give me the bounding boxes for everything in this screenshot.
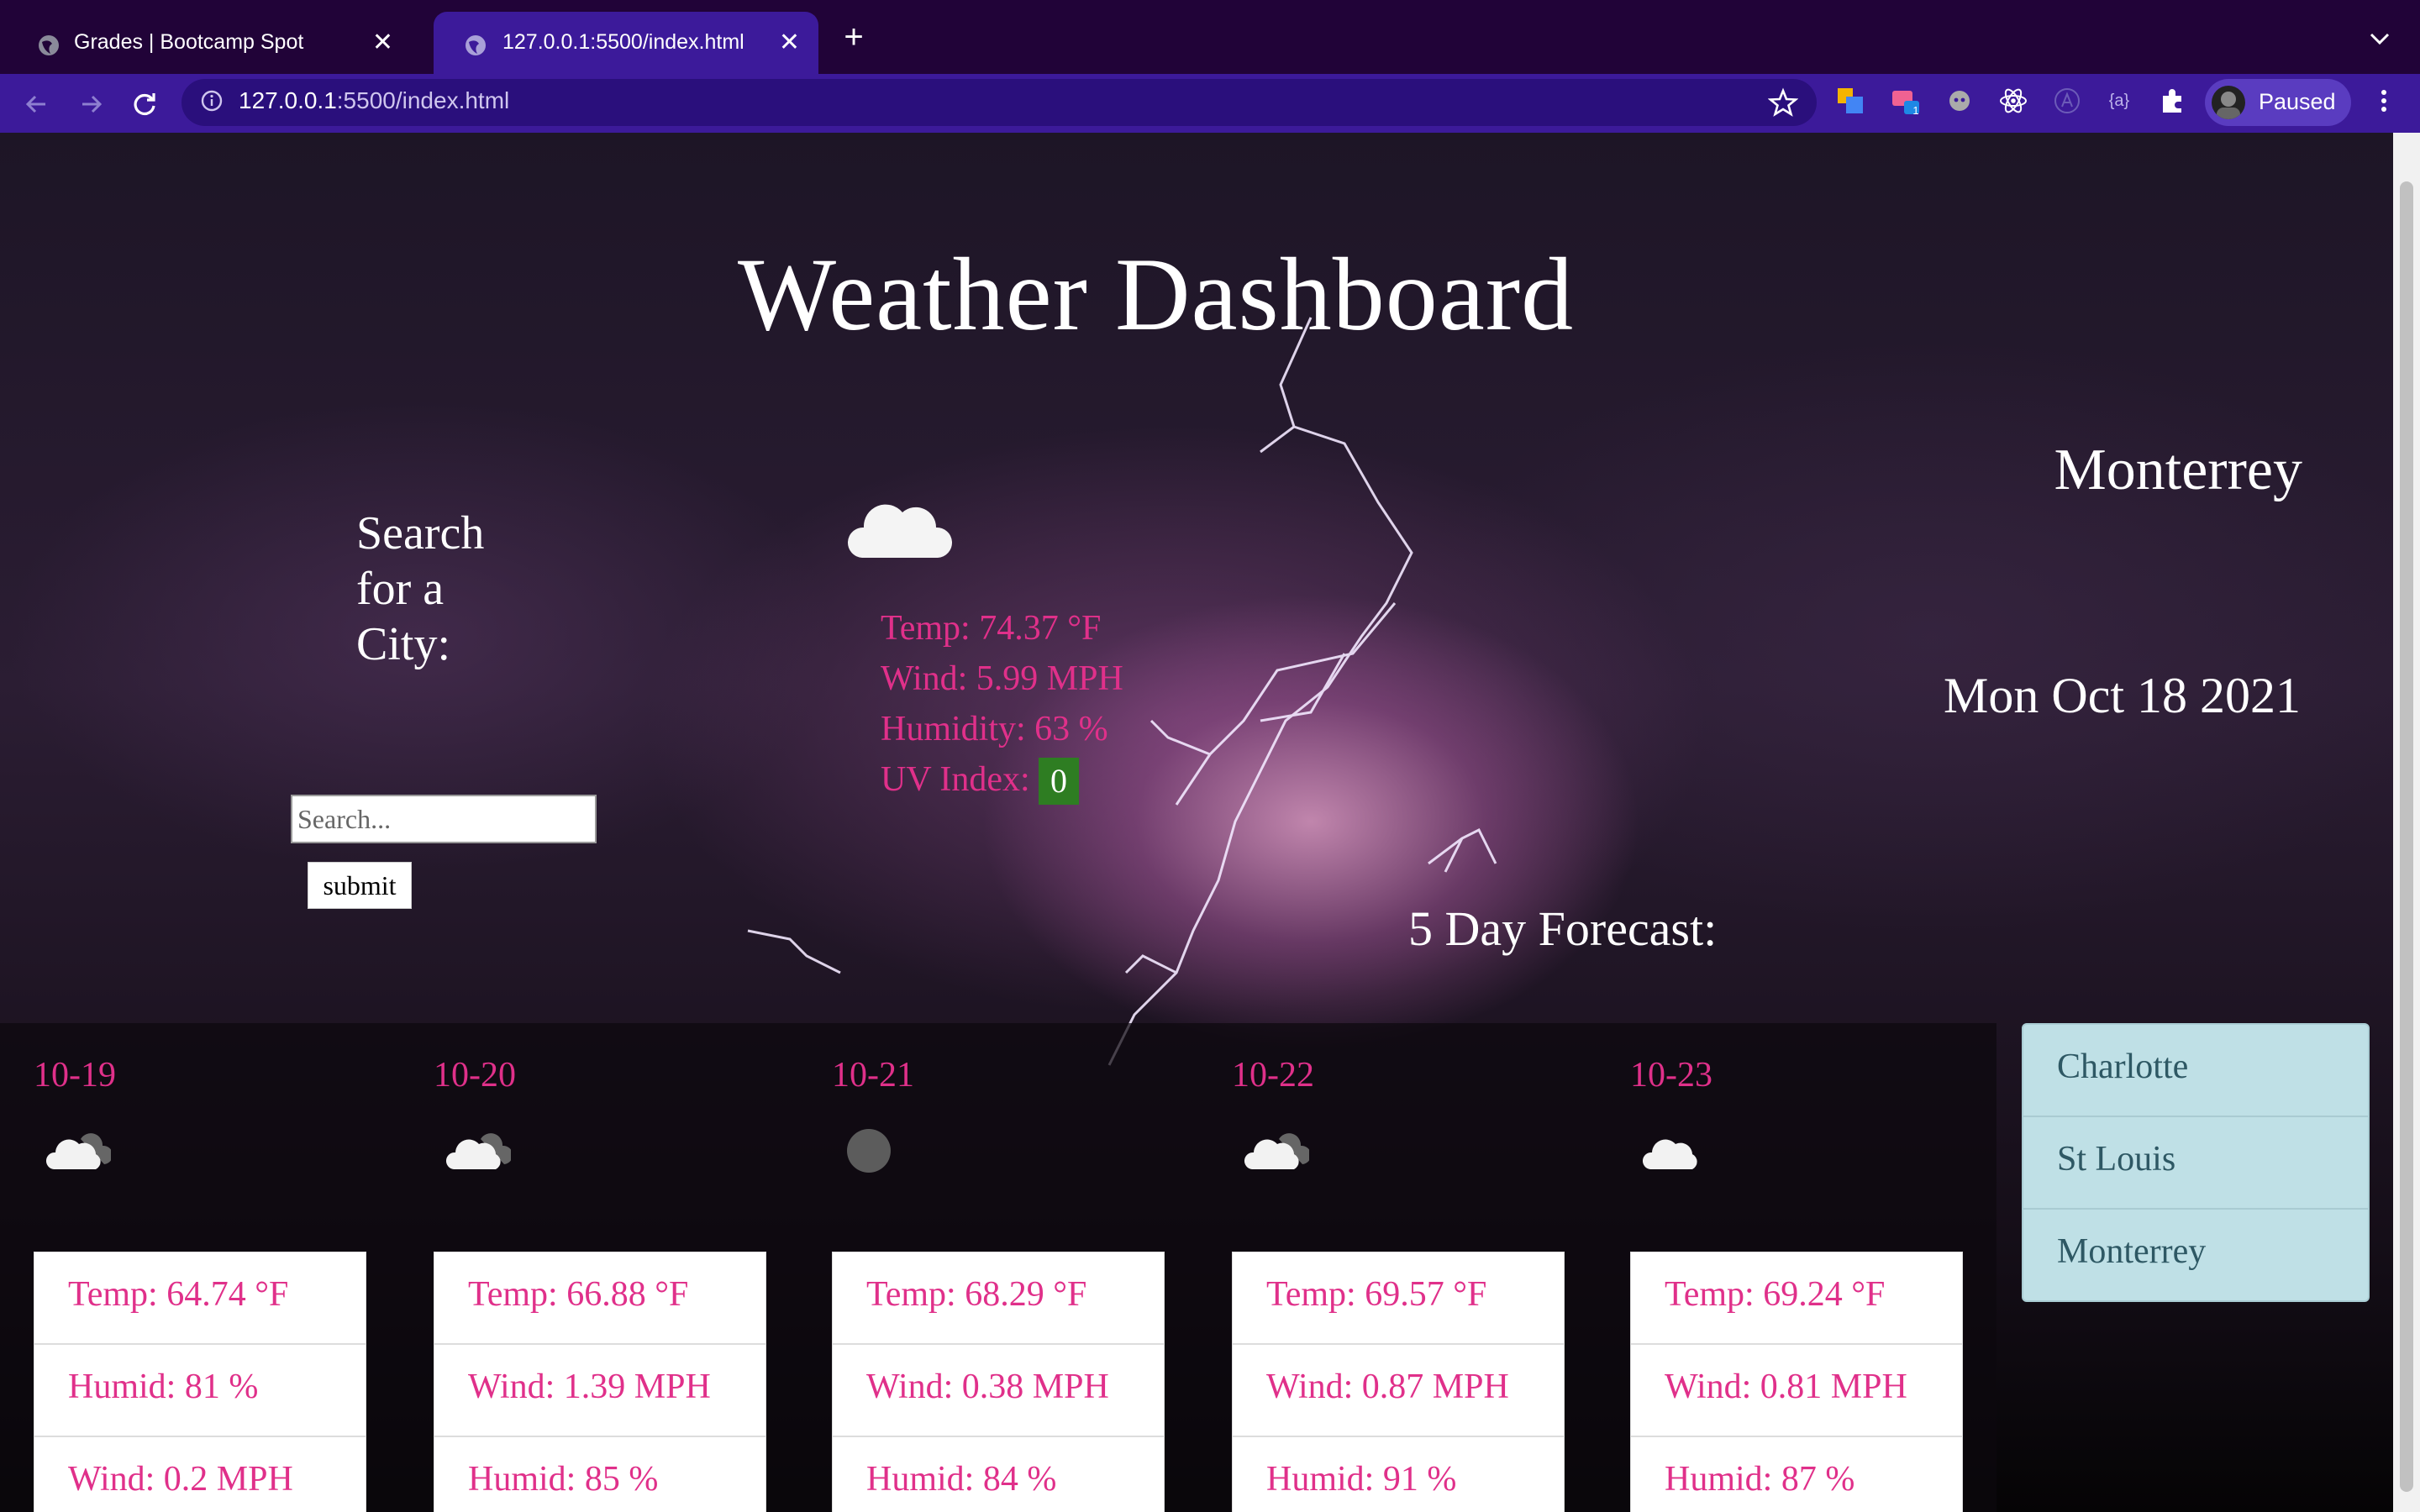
forecast-wind: Wind: 0.87 MPH bbox=[1233, 1345, 1564, 1437]
back-arrow-icon[interactable] bbox=[18, 86, 55, 123]
cloud-icon bbox=[847, 504, 953, 558]
overcast-icon bbox=[847, 1129, 891, 1173]
search-history-list: Charlotte St Louis Monterrey bbox=[2022, 1023, 2370, 1302]
forecast-humid: Humid: 91 % bbox=[1266, 1460, 1457, 1499]
forecast-details: Temp: 69.24 °F Wind: 0.81 MPH Humid: 87 … bbox=[1630, 1252, 1963, 1512]
url-path: :5500/index.html bbox=[336, 87, 510, 113]
forecast-wind: Wind: 0.2 MPH bbox=[68, 1460, 293, 1499]
globe-icon bbox=[39, 35, 59, 55]
forecast-details: Temp: 69.57 °F Wind: 0.87 MPH Humid: 91 … bbox=[1232, 1252, 1565, 1512]
forecast-humid: Humid: 81 % bbox=[34, 1345, 366, 1437]
forecast-details: Temp: 64.74 °F Humid: 81 % Wind: 0.2 MPH bbox=[34, 1252, 366, 1512]
tab-active-index[interactable]: 127.0.0.1:5500/index.html ✕ bbox=[434, 12, 818, 74]
forecast-temp: Temp: 66.88 °F bbox=[434, 1252, 765, 1345]
forecast-temp: Temp: 69.24 °F bbox=[1631, 1252, 1962, 1345]
profile-status: Paused bbox=[2259, 89, 2336, 114]
extension-badge: 1 bbox=[1912, 104, 1919, 117]
globe-icon bbox=[466, 35, 486, 55]
profile-button[interactable]: Paused bbox=[2205, 79, 2351, 126]
avatar bbox=[2212, 86, 2245, 119]
forecast-date: 10-20 bbox=[434, 1056, 516, 1095]
extension-react-icon[interactable] bbox=[1998, 86, 2028, 116]
cloud-icon bbox=[45, 1133, 111, 1169]
history-item-charlotte[interactable]: Charlotte bbox=[2023, 1025, 2368, 1117]
current-date: Mon Oct 18 2021 bbox=[1944, 668, 2301, 723]
url-host: 127.0.0.1 bbox=[239, 87, 337, 113]
forecast-humid: Humid: 87 % bbox=[1665, 1460, 1855, 1499]
forecast-humid: Humid: 85 % bbox=[468, 1460, 659, 1499]
page-title: Weather Dashboard bbox=[738, 237, 1575, 352]
search-input[interactable] bbox=[291, 795, 597, 843]
extension-google-icon[interactable] bbox=[1835, 86, 1865, 116]
forecast-date: 10-23 bbox=[1630, 1056, 1712, 1095]
forecast-details: Temp: 68.29 °F Wind: 0.38 MPH Humid: 84 … bbox=[832, 1252, 1165, 1512]
extension-a-icon[interactable] bbox=[2052, 86, 2082, 116]
close-tab-icon[interactable]: ✕ bbox=[779, 30, 800, 55]
forecast-temp: Temp: 69.57 °F bbox=[1233, 1252, 1564, 1345]
forecast-date: 10-21 bbox=[832, 1056, 914, 1095]
forecast-wind: Wind: 1.39 MPH bbox=[434, 1345, 765, 1437]
tab-title: Grades | Bootcamp Spot bbox=[74, 30, 304, 54]
forecast-date: 10-22 bbox=[1232, 1056, 1314, 1095]
city-name: Monterrey bbox=[2054, 438, 2302, 502]
extension-octocat-icon[interactable] bbox=[1944, 86, 1975, 116]
current-uv-label: UV Index: bbox=[881, 760, 1030, 799]
forecast-wind: Wind: 0.38 MPH bbox=[833, 1345, 1164, 1437]
weather-page: Weather Dashboard Search for a City: sub… bbox=[0, 133, 2393, 1512]
forecast-temp: Temp: 64.74 °F bbox=[34, 1252, 366, 1345]
bookmark-star-icon[interactable] bbox=[1768, 87, 1798, 118]
current-temp: Temp: 74.37 °F bbox=[881, 609, 1102, 648]
scrollbar-thumb[interactable] bbox=[2400, 181, 2413, 1492]
tab-title: 127.0.0.1:5500/index.html bbox=[502, 30, 744, 54]
reload-icon[interactable] bbox=[126, 86, 163, 123]
browser-tab-bar: Grades | Bootcamp Spot ✕ 127.0.0.1:5500/… bbox=[0, 0, 2420, 74]
url-text[interactable]: 127.0.0.1:5500/index.html bbox=[239, 87, 509, 114]
forecast-temp: Temp: 68.29 °F bbox=[833, 1252, 1164, 1345]
history-item-st-louis[interactable]: St Louis bbox=[2023, 1117, 2368, 1210]
puzzle-piece-icon[interactable] bbox=[2158, 86, 2188, 116]
submit-button[interactable]: submit bbox=[308, 862, 412, 909]
close-tab-icon[interactable]: ✕ bbox=[372, 30, 393, 55]
forecast-date: 10-19 bbox=[34, 1056, 116, 1095]
forecast-details: Temp: 66.88 °F Wind: 1.39 MPH Humid: 85 … bbox=[434, 1252, 766, 1512]
cloud-icon bbox=[445, 1133, 511, 1169]
new-tab-button[interactable]: + bbox=[837, 20, 871, 54]
uv-index-badge: 0 bbox=[1039, 758, 1079, 805]
current-humidity: Humidity: 63 % bbox=[881, 710, 1108, 748]
current-wind: Wind: 5.99 MPH bbox=[881, 659, 1123, 698]
chevron-down-icon[interactable] bbox=[2365, 24, 2395, 54]
info-icon[interactable] bbox=[200, 89, 224, 113]
cloud-icon bbox=[1642, 1139, 1697, 1169]
forecast-wind: Wind: 0.81 MPH bbox=[1631, 1345, 1962, 1437]
search-label: Search for a City: bbox=[356, 507, 485, 670]
more-options-icon[interactable] bbox=[2371, 86, 2396, 116]
forecast-humid: Humid: 84 % bbox=[866, 1460, 1057, 1499]
history-item-monterrey[interactable]: Monterrey bbox=[2023, 1210, 2368, 1302]
forecast-title: 5 Day Forecast: bbox=[1408, 901, 1718, 956]
tab-bootcamp-spot[interactable]: Grades | Bootcamp Spot ✕ bbox=[0, 12, 412, 74]
extension-variable-icon[interactable]: {a} bbox=[2104, 86, 2134, 116]
cloud-icon bbox=[1244, 1133, 1309, 1169]
forward-arrow-icon[interactable] bbox=[72, 86, 109, 123]
